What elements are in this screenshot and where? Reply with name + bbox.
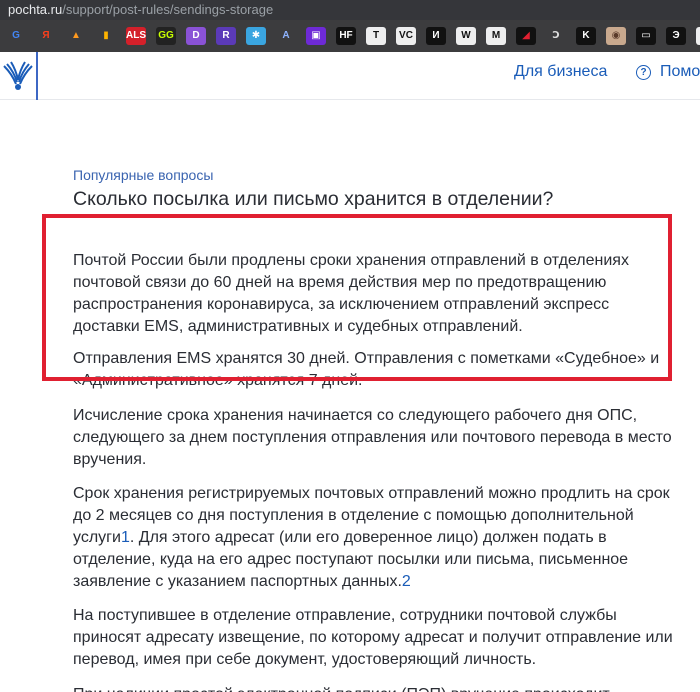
stats-icon[interactable]: ▮ bbox=[96, 27, 116, 45]
url-host: pochta.ru bbox=[8, 2, 63, 17]
bookmark-icon[interactable]: R bbox=[216, 27, 236, 45]
bookmark-icon[interactable]: ◢ bbox=[516, 27, 536, 45]
bookmark-icon[interactable]: ▥ bbox=[696, 27, 700, 45]
bookmark-icon[interactable]: ◉ bbox=[606, 27, 626, 45]
bookmark-icon[interactable]: ALS bbox=[126, 27, 146, 45]
google-icon[interactable]: G bbox=[6, 27, 26, 45]
address-bar[interactable]: pochta.ru/support/post-rules/sendings-st… bbox=[0, 0, 700, 20]
bookmark-icon[interactable]: A bbox=[276, 27, 296, 45]
breadcrumb[interactable]: Популярные вопросы bbox=[73, 166, 673, 184]
bookmark-icon[interactable]: ▲ bbox=[66, 27, 86, 45]
footnote-link-1[interactable]: 1 bbox=[121, 529, 130, 546]
page-title: Сколько посылка или письмо хранится в от… bbox=[73, 188, 554, 210]
bookmark-icon[interactable]: W bbox=[456, 27, 476, 45]
site-header: Для бизнеса ? Помощь bbox=[0, 52, 700, 100]
paragraph-storage-start: Исчисление срока хранения начинается со … bbox=[73, 407, 672, 468]
footnote-link-2[interactable]: 2 bbox=[402, 573, 411, 590]
paragraph-storage-extension: Срок хранения регистрируемых почтовых от… bbox=[73, 483, 673, 593]
bookmarks-bar: GЯ ▲ ▮ ALS GG DR ✱ A ▣ HF T VC ИWM ◢ ↃK ◉ ▭ Э ▥ bbox=[0, 20, 700, 52]
bookmark-icon[interactable]: Э bbox=[666, 27, 686, 45]
bookmark-icon[interactable]: Ↄ bbox=[546, 27, 566, 45]
help-icon: ? bbox=[636, 64, 651, 80]
nav-help-label: Помощь bbox=[660, 63, 700, 80]
eagle-emblem-icon bbox=[3, 61, 33, 90]
bookmark-icon[interactable]: ✱ bbox=[246, 27, 266, 45]
nav-business-link[interactable]: Для бизнеса bbox=[514, 63, 607, 81]
paragraph-notice: На поступившее в отделение отправление, … bbox=[73, 607, 673, 668]
bookmark-icon[interactable]: M bbox=[486, 27, 506, 45]
bookmark-icon[interactable]: D bbox=[186, 27, 206, 45]
paragraph-electronic-signature: При наличии простой электронной подписи … bbox=[73, 684, 673, 692]
bookmark-icon[interactable]: T bbox=[366, 27, 386, 45]
bookmark-icon[interactable]: HF bbox=[336, 27, 356, 45]
bookmark-icon[interactable]: ▭ bbox=[636, 27, 656, 45]
bookmark-icon[interactable]: K bbox=[576, 27, 596, 45]
yandex-icon[interactable]: Я bbox=[36, 27, 56, 45]
paragraph-text: . Для этого адресат (или его доверенное … bbox=[73, 529, 629, 590]
url-path: /support/post-rules/sendings-storage bbox=[62, 2, 274, 17]
highlight-frame bbox=[42, 214, 672, 381]
russian-post-logo[interactable] bbox=[0, 52, 38, 100]
bookmark-icon[interactable]: ▣ bbox=[306, 27, 326, 45]
nav-help-link[interactable]: ? Помощь bbox=[636, 63, 700, 81]
bookmark-icon[interactable]: GG bbox=[156, 27, 176, 45]
bookmark-icon[interactable]: VC bbox=[396, 27, 416, 45]
bookmark-icon[interactable]: И bbox=[426, 27, 446, 45]
